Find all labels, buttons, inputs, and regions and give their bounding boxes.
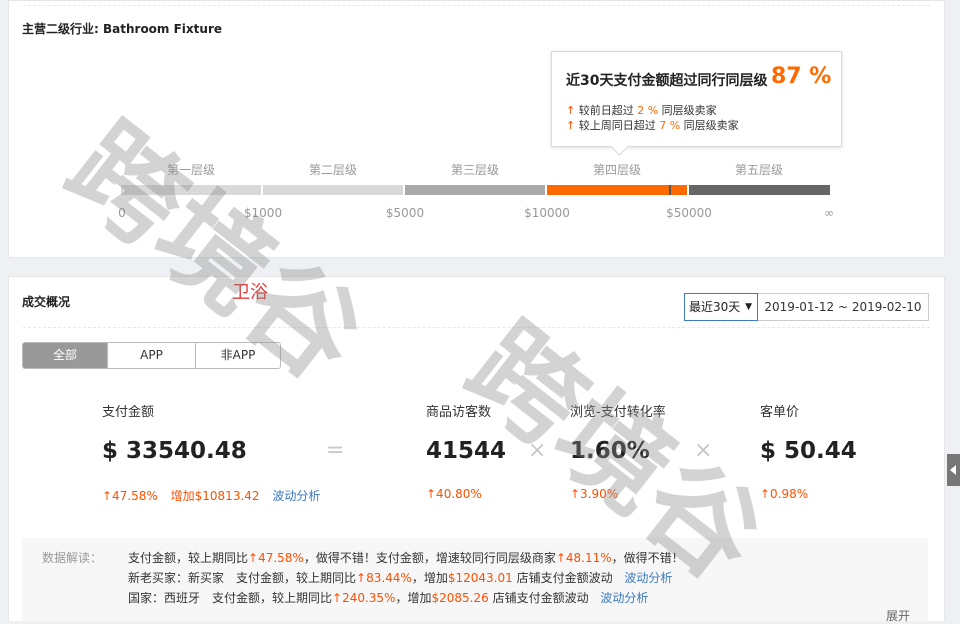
tier-tooltip: 近30天支付金额超过同行同层级 87 % ↑ 较前日超过 2 % 同层级卖家 ↑… <box>551 51 842 147</box>
insight-text: ，增加 <box>395 591 432 605</box>
insight-rate: ↑48.11% <box>555 551 612 565</box>
tick-50000: $50000 <box>666 206 712 220</box>
tick-0: 0 <box>118 206 126 220</box>
avg-order-change: ↑0.98% <box>760 487 809 501</box>
tooltip-line-2-suffix: 同层级卖家 <box>683 119 739 132</box>
up-arrow-icon: ↑ <box>566 104 576 117</box>
up-arrow-icon: ↑ <box>566 119 576 132</box>
conversion-value: 1.60% <box>570 438 650 464</box>
tooltip-line-2-prefix: 较上周同日超过 <box>578 119 656 132</box>
conversion-label: 浏览-支付转化率 <box>570 405 666 420</box>
insight-text: 支付金额，较上期同比 <box>128 551 249 565</box>
handwritten-note: 卫浴 <box>232 282 268 303</box>
tier-bar-3 <box>405 185 545 195</box>
pay-amount-change-row: ↑47.58% 增加$10813.42 波动分析 <box>102 487 320 504</box>
insight-text: 新老买家：新买家 支付金额，较上期同比 <box>128 571 357 585</box>
insight-label: 数据解读： <box>42 551 103 565</box>
insight-line-3: 国家：西班牙 支付金额，较上期同比↑240.35%，增加$2085.26 店铺支… <box>128 589 648 606</box>
tier-label-2: 第二层级 <box>308 163 357 177</box>
tooltip-line-1-prefix: 较前日超过 <box>578 104 634 117</box>
fluctuation-analysis-link[interactable]: 波动分析 <box>624 571 672 585</box>
insight-text: 店铺支付金额波动 <box>512 571 613 585</box>
tier-label-1: 第一层级 <box>166 163 215 177</box>
industry-title: 主营二级行业: Bathroom Fixture <box>22 20 222 37</box>
insight-text: ，增加 <box>411 571 448 585</box>
tooltip-line-2-value: 7 % <box>659 119 681 132</box>
insight-line-2: 新老买家：新买家 支付金额，较上期同比↑83.44%，增加$12043.01 店… <box>128 569 672 586</box>
visitors-label: 商品访客数 <box>426 405 492 420</box>
multiply-sign: × <box>694 438 713 463</box>
divider <box>23 327 930 328</box>
pay-amount-value: $ 33540.48 <box>102 438 247 464</box>
period-select-value: 最近30天 <box>689 300 741 314</box>
tier-label-5: 第五层级 <box>734 163 783 177</box>
insight-text: ，做得不错！支付金额，增速较同行同层级商家 <box>303 551 556 565</box>
insight-text: ，做得不错！ <box>611 551 684 565</box>
industry-label: 主营二级行业: <box>22 22 99 36</box>
dropdown-arrow-icon: ▼ <box>745 302 752 312</box>
industry-value: Bathroom Fixture <box>103 22 222 36</box>
tier-bar-5 <box>689 185 830 195</box>
tooltip-line-1: ↑ 较前日超过 2 % 同层级卖家 <box>566 102 717 118</box>
tick-1000: $1000 <box>243 206 283 220</box>
tick-10000: $10000 <box>524 206 570 220</box>
insight-amount: $2085.26 <box>431 591 489 605</box>
segment-all[interactable]: 全部 <box>23 343 107 368</box>
insight-text: 国家：西班牙 支付金额，较上期同比 <box>128 591 333 605</box>
tier-bar-1 <box>121 185 261 195</box>
equals-sign: = <box>326 438 345 463</box>
pay-amount-label: 支付金额 <box>102 405 155 420</box>
tooltip-line-1-suffix: 同层级卖家 <box>661 104 717 117</box>
tooltip-title: 近30天支付金额超过同行同层级 <box>566 73 768 89</box>
date-range[interactable]: 2019-01-12 ~ 2019-02-10 <box>758 293 929 321</box>
tooltip-line-1-value: 2 % <box>637 104 659 117</box>
tooltip-line-2: ↑ 较上周同日超过 7 % 同层级卖家 <box>566 117 739 133</box>
insight-rate: ↑240.35% <box>332 591 396 605</box>
platform-segmented-control: 全部 APP 非APP <box>22 342 281 369</box>
position-marker <box>669 185 671 195</box>
insight-rate: ↑83.44% <box>356 571 412 585</box>
avg-order-label: 客单价 <box>760 405 800 420</box>
side-collapse-tab[interactable] <box>947 454 960 486</box>
insight-amount: $12043.01 <box>447 571 513 585</box>
tier-label-3: 第三层级 <box>450 163 499 177</box>
avg-order-value: $ 50.44 <box>760 438 857 464</box>
visitors-value: 41544 <box>426 438 507 464</box>
tick-infinity: ∞ <box>824 206 834 220</box>
segment-non-app[interactable]: 非APP <box>195 343 280 368</box>
tick-5000: $5000 <box>385 206 425 220</box>
fluctuation-analysis-link[interactable]: 波动分析 <box>272 489 320 503</box>
tooltip-percent: 87 % <box>771 64 832 89</box>
segment-app[interactable]: APP <box>107 343 195 368</box>
period-select[interactable]: 最近30天 ▼ <box>684 293 758 321</box>
expand-button[interactable]: 展开 <box>886 607 910 624</box>
insight-rate: ↑47.58% <box>248 551 304 565</box>
overview-title: 成交概况 <box>22 295 71 309</box>
fluctuation-analysis-link[interactable]: 波动分析 <box>600 591 648 605</box>
tier-bar-4 <box>547 185 687 195</box>
multiply-sign: × <box>528 438 547 463</box>
tier-label-4: 第四层级 <box>592 163 641 177</box>
tier-bar-2 <box>263 185 403 195</box>
pay-amount-change: ↑47.58% <box>102 489 158 503</box>
insight-text: 店铺支付金额波动 <box>488 591 589 605</box>
insight-line-1: 支付金额，较上期同比↑47.58%，做得不错！支付金额，增速较同行同层级商家↑4… <box>128 549 684 566</box>
pay-amount-increase: 增加$10813.42 <box>170 489 260 503</box>
visitors-change: ↑40.80% <box>426 487 482 501</box>
conversion-change: ↑3.90% <box>570 487 619 501</box>
divider <box>23 5 930 6</box>
